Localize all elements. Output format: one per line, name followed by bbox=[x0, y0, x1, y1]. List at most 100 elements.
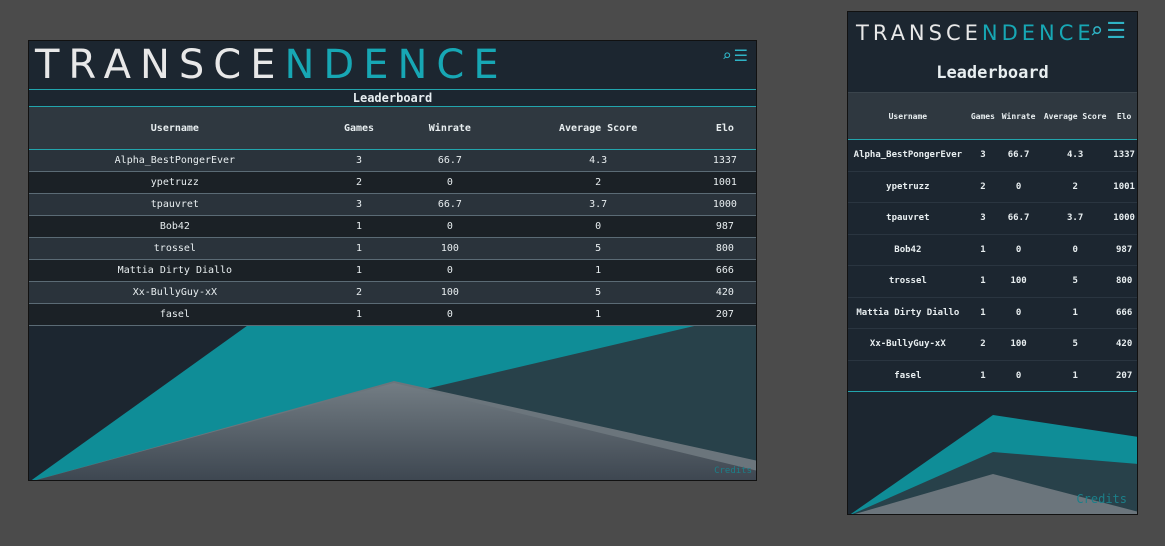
table-row[interactable]: ypetruzz 2 0 2 1001 bbox=[848, 171, 1137, 203]
column-header[interactable]: Average Score bbox=[502, 107, 694, 150]
table-cell: 100 bbox=[397, 281, 503, 304]
table-cell: trossel bbox=[848, 265, 968, 298]
table-row[interactable]: tpauvret 3 66.7 3.7 1000 bbox=[848, 202, 1137, 235]
table-cell: 0 bbox=[998, 171, 1040, 203]
credits-link[interactable]: Credits bbox=[714, 466, 752, 476]
column-header[interactable]: Games bbox=[320, 107, 398, 150]
table-cell: 1000 bbox=[1111, 202, 1137, 235]
table-cell: 66.7 bbox=[998, 202, 1040, 235]
table-cell: 1001 bbox=[693, 171, 756, 194]
table-cell: 1 bbox=[1039, 297, 1112, 329]
table-row[interactable]: Alpha_BestPongerEver 3 66.7 4.3 1337 bbox=[29, 149, 756, 172]
table-row[interactable]: Mattia Dirty Diallo 1 0 1 666 bbox=[29, 259, 756, 282]
table-cell: 2 bbox=[320, 171, 398, 194]
table-cell: 1 bbox=[320, 303, 398, 326]
table-cell: 1 bbox=[967, 360, 999, 392]
column-header[interactable]: Average Score bbox=[1039, 92, 1112, 140]
table-row[interactable]: ypetruzz 2 0 2 1001 bbox=[29, 171, 756, 194]
table-row[interactable]: Bob42 1 0 0 987 bbox=[848, 234, 1137, 266]
table-cell: ypetruzz bbox=[848, 171, 968, 203]
table-cell: 1 bbox=[320, 237, 398, 260]
search-icon[interactable]: ⌕ bbox=[1090, 19, 1106, 44]
table-cell: 3 bbox=[967, 202, 999, 235]
table-cell: 0 bbox=[502, 215, 694, 238]
table-cell: 5 bbox=[502, 237, 694, 260]
table-cell: 100 bbox=[998, 328, 1040, 361]
table-row[interactable]: trossel 1 100 5 800 bbox=[848, 265, 1137, 298]
header: TRANSCENDENCE ⌕☰ bbox=[848, 12, 1137, 54]
column-header[interactable]: Elo bbox=[1111, 92, 1137, 140]
table-row[interactable]: Alpha_BestPongerEver 3 66.7 4.3 1337 bbox=[848, 139, 1137, 172]
table-row[interactable]: Mattia Dirty Diallo 1 0 1 666 bbox=[848, 297, 1137, 329]
table-cell: 987 bbox=[693, 215, 756, 238]
table-cell: 207 bbox=[1111, 360, 1137, 392]
search-icon[interactable]: ⌕ bbox=[722, 46, 734, 65]
table-cell: 4.3 bbox=[1039, 139, 1112, 172]
site-logo[interactable]: TRANSCENDENCE bbox=[35, 41, 508, 89]
table-cell: 0 bbox=[397, 303, 503, 326]
desktop-view: TRANSCENDENCE ⌕☰ Leaderboard Username Gam… bbox=[28, 40, 757, 481]
table-cell: 1 bbox=[502, 303, 694, 326]
table-cell: 3 bbox=[320, 193, 398, 216]
table-cell: 800 bbox=[693, 237, 756, 260]
header-icons: ⌕☰ bbox=[1090, 19, 1129, 44]
table-cell: 207 bbox=[693, 303, 756, 326]
table-cell: 800 bbox=[1111, 265, 1137, 298]
table-cell: 666 bbox=[1111, 297, 1137, 329]
column-header[interactable]: Username bbox=[848, 92, 968, 140]
table-cell: fasel bbox=[29, 303, 321, 326]
table-cell: 2 bbox=[1039, 171, 1112, 203]
table-cell: Bob42 bbox=[848, 234, 968, 266]
table-cell: tpauvret bbox=[29, 193, 321, 216]
table-row[interactable]: fasel 1 0 1 207 bbox=[29, 303, 756, 326]
mobile-view: TRANSCENDENCE ⌕☰ Leaderboard Username Gam… bbox=[847, 11, 1138, 515]
table-cell: 1337 bbox=[693, 149, 756, 172]
table-cell: 1 bbox=[502, 259, 694, 282]
table-cell: 2 bbox=[967, 171, 999, 203]
menu-icon[interactable]: ☰ bbox=[734, 46, 750, 65]
table-cell: 66.7 bbox=[397, 149, 503, 172]
column-header[interactable]: Winrate bbox=[397, 107, 503, 150]
table-cell: 100 bbox=[397, 237, 503, 260]
credits-link[interactable]: Credits bbox=[1076, 492, 1127, 506]
table-row[interactable]: Bob42 1 0 0 987 bbox=[29, 215, 756, 238]
table-cell: ypetruzz bbox=[29, 171, 321, 194]
table-cell: 2 bbox=[320, 281, 398, 304]
table-cell: Alpha_BestPongerEver bbox=[848, 139, 968, 172]
table-row[interactable]: tpauvret 3 66.7 3.7 1000 bbox=[29, 193, 756, 216]
table-cell: 66.7 bbox=[998, 139, 1040, 172]
table-cell: 666 bbox=[693, 259, 756, 282]
table-row[interactable]: Xx-BullyGuy-xX 2 100 5 420 bbox=[848, 328, 1137, 361]
column-header[interactable]: Winrate bbox=[998, 92, 1040, 140]
table-row[interactable]: Xx-BullyGuy-xX 2 100 5 420 bbox=[29, 281, 756, 304]
site-logo[interactable]: TRANSCENDENCE bbox=[856, 12, 1095, 54]
table-cell: 66.7 bbox=[397, 193, 503, 216]
table-cell: 987 bbox=[1111, 234, 1137, 266]
table-cell: Xx-BullyGuy-xX bbox=[848, 328, 968, 361]
table-cell: Xx-BullyGuy-xX bbox=[29, 281, 321, 304]
header: TRANSCENDENCE ⌕☰ bbox=[29, 41, 756, 90]
table-row[interactable]: trossel 1 100 5 800 bbox=[29, 237, 756, 260]
table-cell: 0 bbox=[397, 171, 503, 194]
table-cell: 0 bbox=[397, 259, 503, 282]
column-header[interactable]: Elo bbox=[693, 107, 756, 150]
table-cell: 1 bbox=[320, 215, 398, 238]
table-cell: 1 bbox=[1039, 360, 1112, 392]
table-cell: 3 bbox=[967, 139, 999, 172]
table-cell: 3 bbox=[320, 149, 398, 172]
table-cell: 1001 bbox=[1111, 171, 1137, 203]
table-cell: 3.7 bbox=[1039, 202, 1112, 235]
column-header[interactable]: Username bbox=[29, 107, 321, 150]
table-cell: 1000 bbox=[693, 193, 756, 216]
leaderboard-table: Username Games Winrate Average Score Elo Alp… bbox=[848, 92, 1137, 392]
header-icons: ⌕☰ bbox=[722, 46, 750, 65]
table-cell: tpauvret bbox=[848, 202, 968, 235]
table-row[interactable]: fasel 1 0 1 207 bbox=[848, 360, 1137, 392]
menu-icon[interactable]: ☰ bbox=[1106, 19, 1129, 44]
table-cell: 1 bbox=[320, 259, 398, 282]
table-cell: 100 bbox=[998, 265, 1040, 298]
table-cell: 0 bbox=[998, 297, 1040, 329]
table-cell: Alpha_BestPongerEver bbox=[29, 149, 321, 172]
column-header[interactable]: Games bbox=[967, 92, 999, 140]
table-cell: 0 bbox=[998, 360, 1040, 392]
